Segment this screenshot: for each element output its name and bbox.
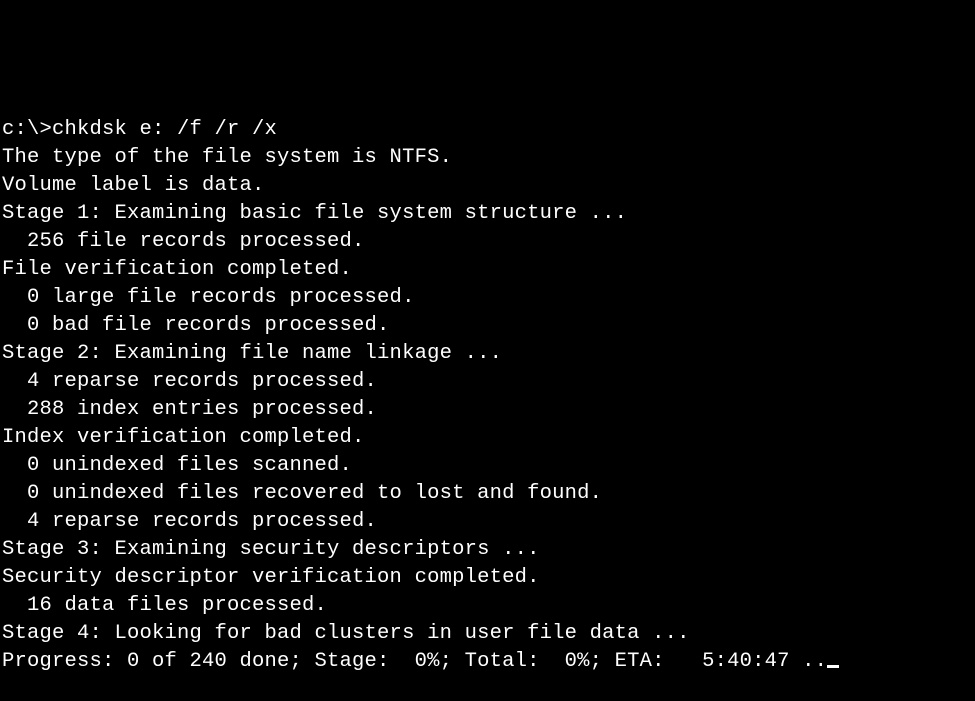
output-line: 0 bad file records processed. bbox=[2, 312, 973, 340]
output-line: Index verification completed. bbox=[2, 424, 973, 452]
output-line: Security descriptor verification complet… bbox=[2, 564, 973, 592]
output-line: File verification completed. bbox=[2, 256, 973, 284]
stage1-header: Stage 1: Examining basic file system str… bbox=[2, 200, 973, 228]
command-line: c:\>chkdsk e: /f /r /x bbox=[2, 116, 973, 144]
output-line: 4 reparse records processed. bbox=[2, 508, 973, 536]
output-line: 288 index entries processed. bbox=[2, 396, 973, 424]
output-line: 0 unindexed files scanned. bbox=[2, 452, 973, 480]
cursor-icon bbox=[827, 665, 839, 668]
output-line: 256 file records processed. bbox=[2, 228, 973, 256]
output-line: 4 reparse records processed. bbox=[2, 368, 973, 396]
output-line: The type of the file system is NTFS. bbox=[2, 144, 973, 172]
output-line: 0 unindexed files recovered to lost and … bbox=[2, 480, 973, 508]
terminal-window[interactable]: c:\>chkdsk e: /f /r /xThe type of the fi… bbox=[2, 116, 973, 676]
progress-text: Progress: 0 of 240 done; Stage: 0%; Tota… bbox=[2, 650, 827, 673]
output-line: 16 data files processed. bbox=[2, 592, 973, 620]
output-line: Volume label is data. bbox=[2, 172, 973, 200]
command-text: chkdsk e: /f /r /x bbox=[52, 118, 277, 141]
progress-line: Progress: 0 of 240 done; Stage: 0%; Tota… bbox=[2, 648, 973, 676]
output-line: 0 large file records processed. bbox=[2, 284, 973, 312]
stage2-header: Stage 2: Examining file name linkage ... bbox=[2, 340, 973, 368]
stage3-header: Stage 3: Examining security descriptors … bbox=[2, 536, 973, 564]
stage4-header: Stage 4: Looking for bad clusters in use… bbox=[2, 620, 973, 648]
prompt-text: c:\> bbox=[2, 118, 52, 141]
